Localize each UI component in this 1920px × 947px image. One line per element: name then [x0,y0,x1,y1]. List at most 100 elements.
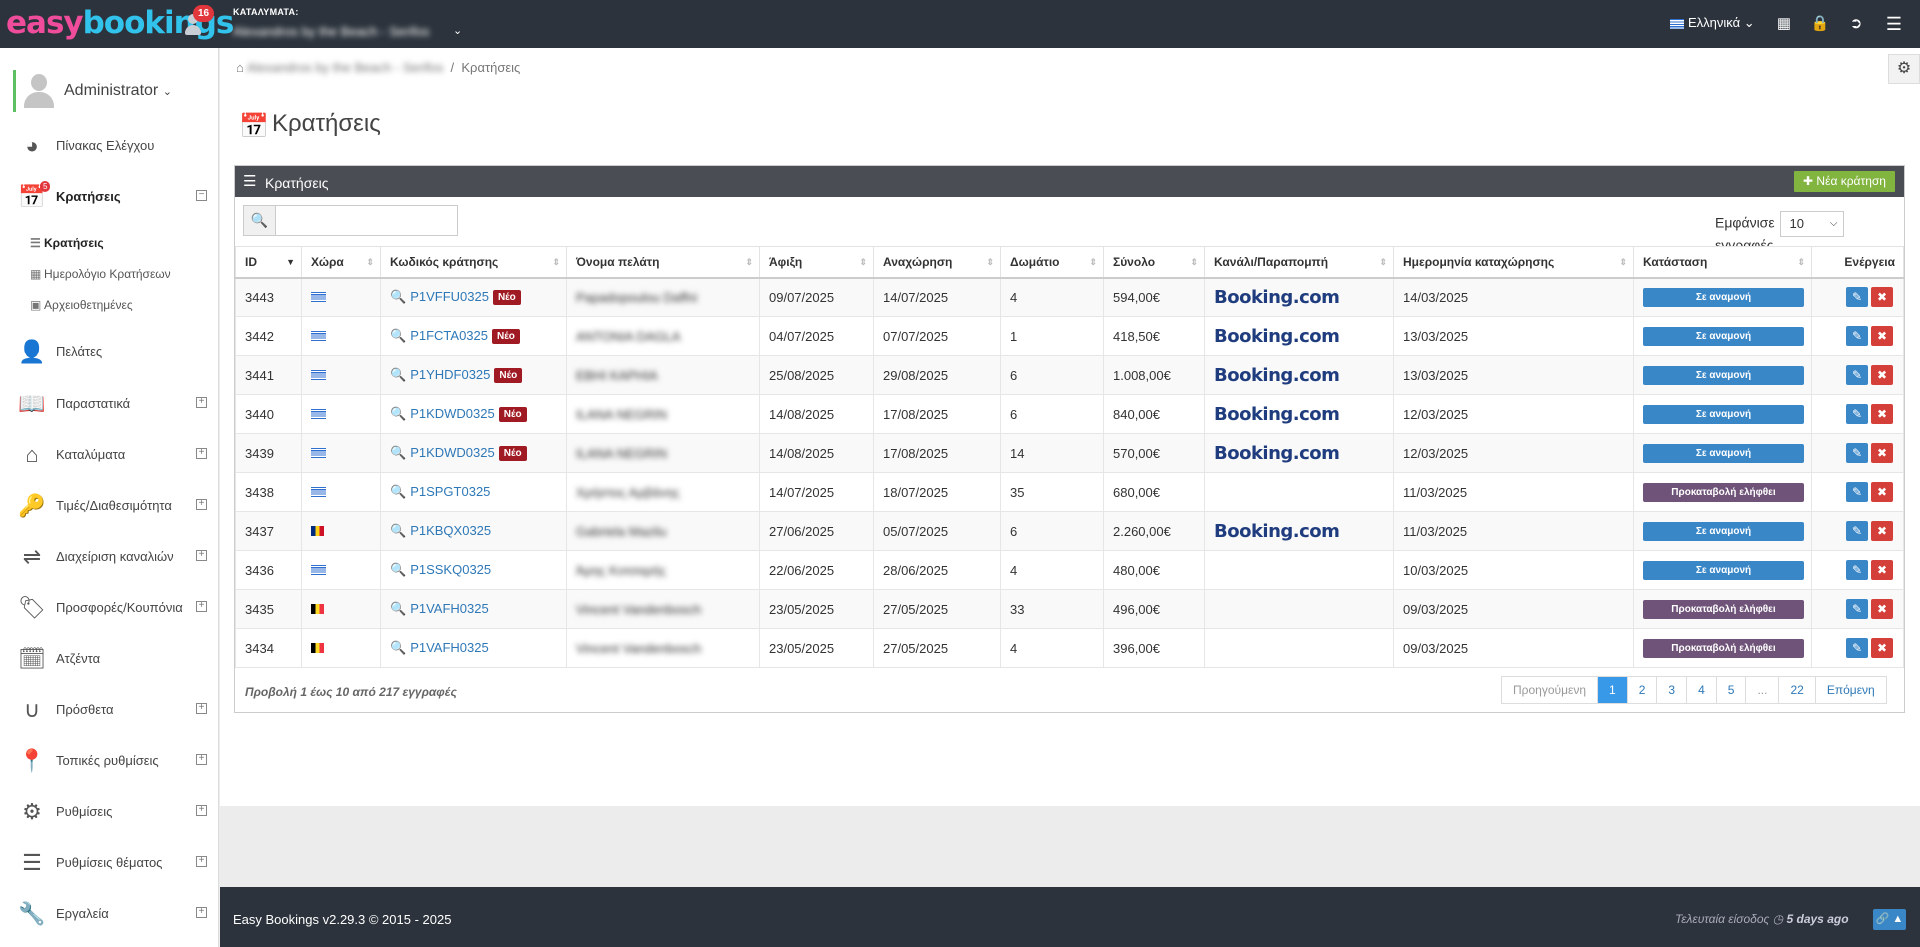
status-badge[interactable]: Σε αναμονή [1643,365,1804,385]
search-input[interactable]: 🔍 [243,205,458,236]
sidebar-subitem-calendar[interactable]: ▦ Ημερολόγιο Κρατήσεων [30,267,171,281]
pagination-page[interactable]: 2 [1626,677,1657,703]
expand-icon[interactable]: + [196,397,207,408]
col-departure[interactable]: Αναχώρηση ⇕ [873,246,1001,279]
edit-button[interactable]: ✎ [1846,287,1868,308]
pagination-page[interactable]: 4 [1686,677,1716,703]
sidebar-item-channels[interactable]: ⇌ Διαχείριση καναλιών + [0,539,219,575]
delete-button[interactable]: ✖ [1871,482,1893,502]
property-selector[interactable]: Alexandros by the Beach - Serifos [233,24,430,39]
status-badge[interactable]: Προκαταβολή ελήφθει [1643,599,1804,619]
delete-button[interactable]: ✖ [1871,287,1893,308]
sidebar-item-bookings[interactable]: 📅 5 Κρατήσεις − [0,179,219,215]
booking-code-link[interactable]: 🔍 P1VAFH0325 [390,640,489,655]
sidebar-item-rates[interactable]: 🔑 Τιμές/Διαθεσιμότητα + [0,488,219,524]
expand-icon[interactable]: + [196,856,207,867]
status-badge[interactable]: Σε αναμονή [1643,287,1804,307]
pagination-page[interactable]: 5 [1715,677,1746,703]
delete-button[interactable]: ✖ [1871,638,1893,658]
col-date[interactable]: Ημερομηνία καταχώρησης ⇕ [1393,246,1634,279]
pagination-next[interactable]: Επόμενη [1814,677,1886,703]
edit-button[interactable]: ✎ [1846,521,1868,541]
edit-button[interactable]: ✎ [1846,560,1868,580]
home-icon[interactable]: ⌂ [236,60,244,75]
booking-code-link[interactable]: 🔍 P1SSKQ0325 [390,562,491,577]
expand-icon[interactable]: + [196,448,207,459]
status-badge[interactable]: Προκαταβολή ελήφθει [1643,638,1804,658]
user-alerts-icon[interactable]: 16 [184,5,215,38]
link-toggle-button[interactable]: 🔗 ▲ [1873,909,1906,930]
lock-icon[interactable]: 🔒 [1810,14,1830,34]
sidebar-item-customers[interactable]: 👤 Πελάτες [0,334,219,370]
delete-button[interactable]: ✖ [1871,404,1893,424]
col-id[interactable]: ID ▼ [235,246,302,279]
edit-button[interactable]: ✎ [1846,326,1868,346]
booking-code-link[interactable]: 🔍 P1VFFU0325 [390,289,489,304]
booking-code-link[interactable]: 🔍 P1KDWD0325 [390,406,495,421]
status-badge[interactable]: Σε αναμονή [1643,404,1804,424]
edit-button[interactable]: ✎ [1846,443,1868,463]
language-selector[interactable]: Ελληνικά ⌄ [1670,15,1755,31]
sidebar-item-settings[interactable]: ⚙ Ρυθμίσεις + [0,794,219,830]
page-size-select[interactable]: 10 ⌵ [1780,211,1845,237]
expand-icon[interactable]: + [196,703,207,714]
col-country[interactable]: Χώρα ⇕ [301,246,381,279]
edit-button[interactable]: ✎ [1846,365,1868,385]
collapse-icon[interactable]: − [196,190,207,201]
booking-code-link[interactable]: 🔍 P1YHDF0325 [390,367,490,382]
pagination-page[interactable]: 22 [1778,677,1815,703]
delete-button[interactable]: ✖ [1871,521,1893,541]
pagination-page[interactable]: 1 [1597,677,1627,703]
menu-icon[interactable]: ☰ [1884,14,1904,34]
status-badge[interactable]: Σε αναμονή [1643,521,1804,541]
edit-button[interactable]: ✎ [1846,638,1868,658]
col-code[interactable]: Κωδικός κράτησης ⇕ [380,246,567,279]
booking-code-link[interactable]: 🔍 P1SPGT0325 [390,484,490,499]
expand-icon[interactable]: + [196,907,207,918]
chevron-down-icon[interactable]: ⌄ [453,24,462,37]
expand-icon[interactable]: + [196,601,207,612]
booking-code-link[interactable]: 🔍 P1KBQX0325 [390,523,491,538]
pagination-page[interactable]: 3 [1656,677,1687,703]
expand-icon[interactable]: + [196,805,207,816]
col-room[interactable]: Δωμάτιο ⇕ [1000,246,1104,279]
user-menu[interactable]: Administrator ⌄ [13,70,216,112]
expand-icon[interactable]: + [196,754,207,765]
booking-code-link[interactable]: 🔍 P1VAFH0325 [390,601,489,616]
new-booking-button[interactable]: ✚ Νέα κράτηση [1794,171,1895,192]
sidebar-item-local-settings[interactable]: 📍 Τοπικές ρυθμίσεις + [0,743,219,779]
edit-button[interactable]: ✎ [1846,404,1868,424]
sidebar-subitem-bookings[interactable]: ☰ Κρατήσεις [30,236,104,250]
sidebar-subitem-archived[interactable]: ▣ Αρχειοθετημένες [30,298,133,312]
sidebar-item-offers[interactable]: 🏷 Προσφορές/Κουπόνια + [0,590,219,626]
delete-button[interactable]: ✖ [1871,365,1893,385]
sidebar-item-tools[interactable]: 🔧 Εργαλεία + [0,896,219,932]
expand-icon[interactable]: + [196,499,207,510]
edit-button[interactable]: ✎ [1846,482,1868,502]
edit-button[interactable]: ✎ [1846,599,1868,619]
sidebar-item-properties[interactable]: ⌂ Καταλύματα + [0,437,219,473]
col-total[interactable]: Σύνολο ⇕ [1103,246,1205,279]
sidebar-item-invoices[interactable]: 📖 Παραστατικά + [0,386,219,422]
status-badge[interactable]: Σε αναμονή [1643,443,1804,463]
grid-icon[interactable]: ▦ [1774,14,1794,34]
status-badge[interactable]: Προκαταβολή ελήφθει [1643,482,1804,502]
delete-button[interactable]: ✖ [1871,560,1893,580]
delete-button[interactable]: ✖ [1871,599,1893,619]
settings-gears-button[interactable]: ⚙ [1888,54,1920,84]
status-badge[interactable]: Σε αναμονή [1643,326,1804,346]
sidebar-item-agenda[interactable]: 🗓 Ατζέντα [0,641,219,677]
sidebar-item-theme-settings[interactable]: ☰ Ρυθμίσεις θέματος + [0,845,219,881]
col-arrival[interactable]: Άφιξη ⇕ [759,246,874,279]
col-status[interactable]: Κατάσταση ⇕ [1633,246,1812,279]
booking-code-link[interactable]: 🔍 P1KDWD0325 [390,445,495,460]
expand-icon[interactable]: + [196,550,207,561]
delete-button[interactable]: ✖ [1871,443,1893,463]
logout-icon[interactable]: ➲ [1846,14,1866,34]
delete-button[interactable]: ✖ [1871,326,1893,346]
booking-code-link[interactable]: 🔍 P1FCTA0325 [390,328,488,343]
sidebar-item-dashboard[interactable]: ◕ Πίνακας Ελέγχου [0,128,219,164]
sidebar-item-addons[interactable]: ∪ Πρόσθετα + [0,692,219,728]
status-badge[interactable]: Σε αναμονή [1643,560,1804,580]
col-guest[interactable]: Όνομα πελάτη ⇕ [566,246,760,279]
